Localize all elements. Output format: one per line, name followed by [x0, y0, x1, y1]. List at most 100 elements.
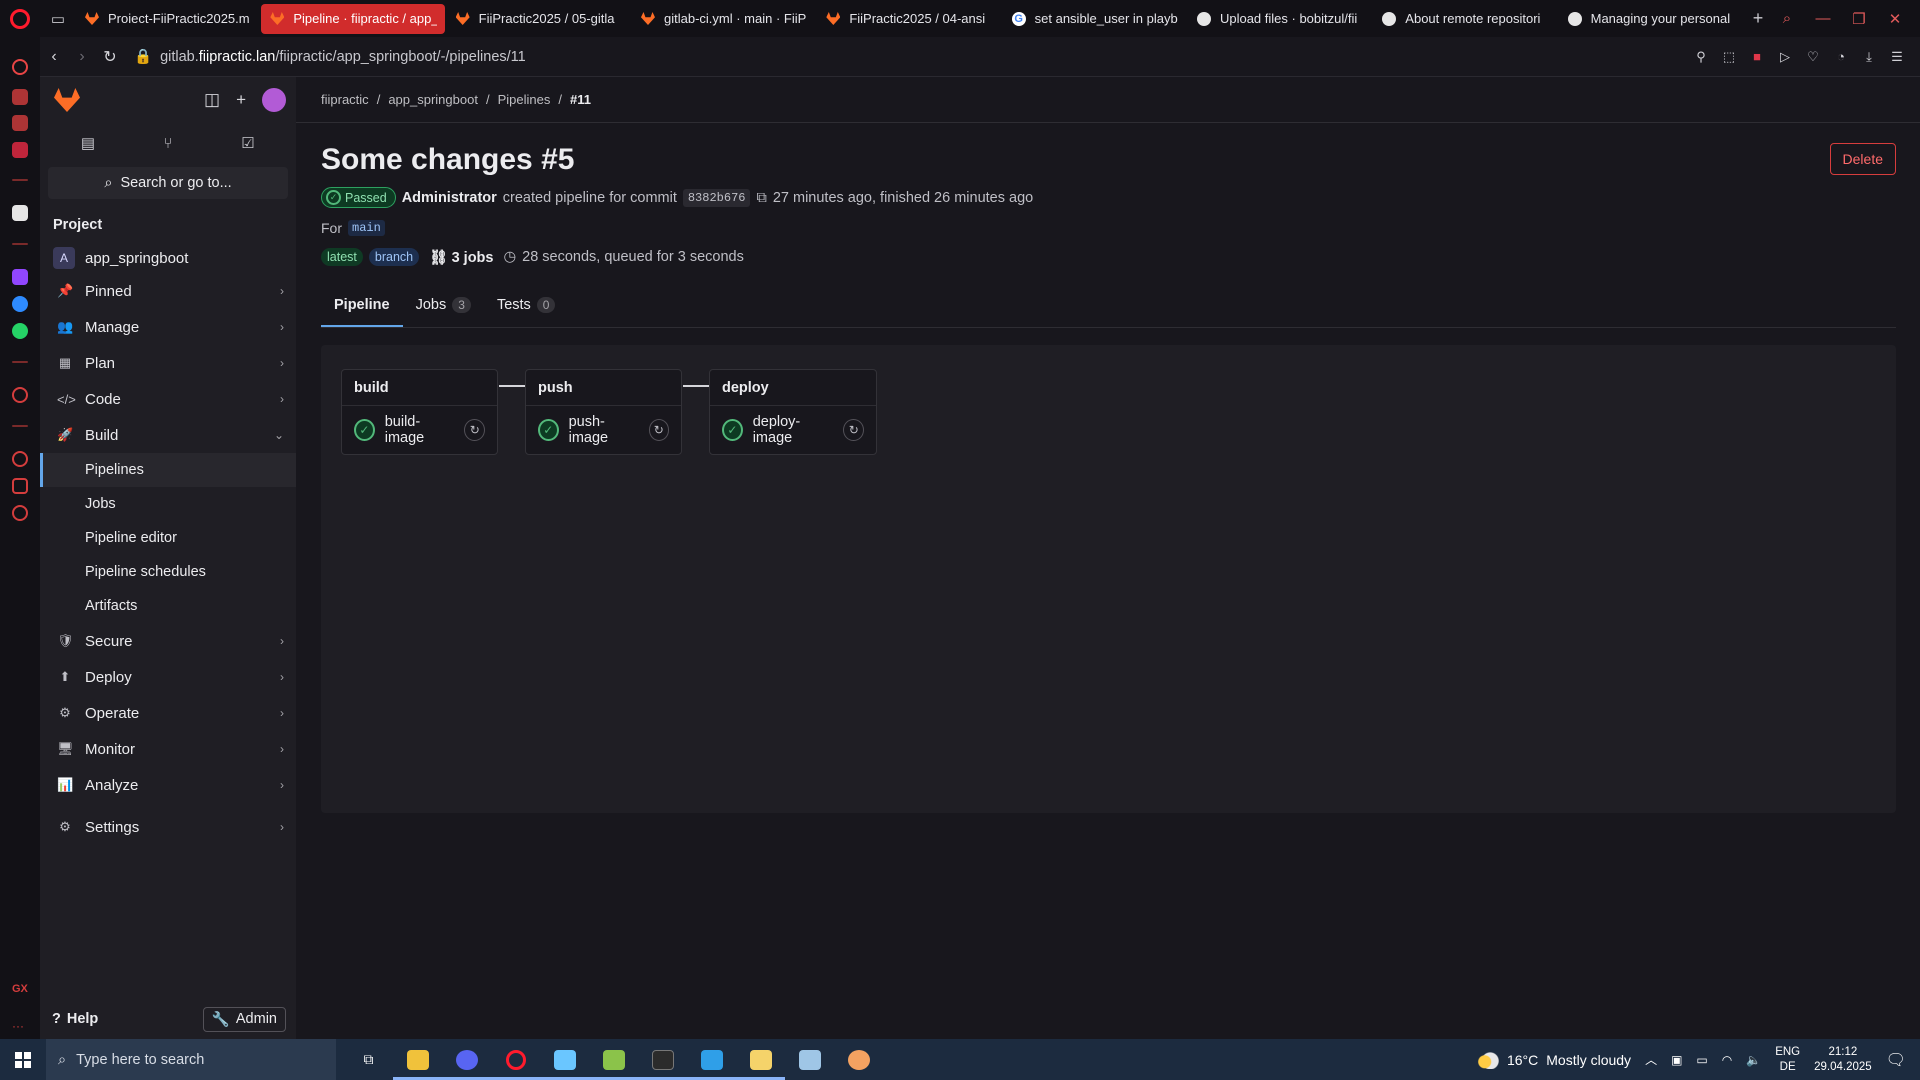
sidebar-item-settings[interactable]: ⚙ Settings ›	[40, 809, 296, 845]
tab-jobs[interactable]: Jobs 3	[403, 282, 484, 327]
user-avatar[interactable]	[262, 88, 286, 112]
language-indicator[interactable]: ENG DE	[1775, 1045, 1800, 1075]
weather-widget[interactable]: 16°C Mostly cloudy	[1476, 1050, 1631, 1069]
mail-icon[interactable]	[12, 142, 28, 158]
minimize-button[interactable]: —	[1808, 10, 1838, 27]
browser-tab[interactable]: FiiPractic2025 / 05-gitla	[447, 4, 630, 34]
twitch-icon[interactable]	[12, 269, 28, 285]
browser-tab[interactable]: Gset ansible_user in playb	[1003, 4, 1186, 34]
file-explorer-button[interactable]	[393, 1039, 442, 1080]
sidebar-subitem-jobs[interactable]: Jobs	[40, 487, 296, 521]
battery-icon[interactable]: ▭	[1696, 1053, 1707, 1067]
sidebar-item-analyze[interactable]: 📊 Analyze ›	[40, 767, 296, 803]
project-link[interactable]: A app_springboot	[53, 247, 296, 269]
branch-ref-link[interactable]: main	[348, 220, 385, 236]
tab-pipeline[interactable]: Pipeline	[321, 282, 403, 327]
reload-button[interactable]: ↻	[96, 43, 124, 71]
more-icon[interactable]: ···	[12, 1019, 28, 1035]
easy-setup-icon[interactable]: ☰	[1888, 48, 1906, 66]
extensions-icon[interactable]	[12, 478, 28, 494]
clock[interactable]: 21:12 29.04.2025	[1814, 1045, 1872, 1075]
downloads-icon[interactable]: ⤓	[1860, 48, 1878, 66]
player-icon[interactable]	[12, 387, 28, 403]
volume-icon[interactable]: 🔈	[1746, 1053, 1761, 1067]
breadcrumb-item[interactable]: #11	[570, 92, 591, 107]
wifi-icon[interactable]: ◠	[1722, 1053, 1732, 1067]
issues-icon[interactable]: ▤	[48, 134, 128, 152]
messenger-icon[interactable]	[12, 296, 28, 312]
pocket-icon[interactable]: ■	[1748, 48, 1766, 66]
meet-icon[interactable]: ▣	[1671, 1053, 1682, 1067]
close-window-button[interactable]: ✕	[1880, 10, 1910, 28]
search-tabs-icon[interactable]: ⌕	[1772, 10, 1802, 27]
retry-icon[interactable]: ↻	[843, 419, 864, 441]
forward-button[interactable]: ›	[68, 43, 96, 71]
tab-tests[interactable]: Tests 0	[484, 282, 569, 327]
sidebar-subitem-artifacts[interactable]: Artifacts	[40, 589, 296, 623]
search-button[interactable]: ⌕ Search or go to...	[48, 167, 288, 199]
breadcrumb-item[interactable]: Pipelines	[498, 92, 551, 107]
browser-tab[interactable]: gitlab-ci.yml · main · FiiP	[632, 4, 815, 34]
restore-button[interactable]: ❐	[1844, 10, 1874, 28]
gx-icon[interactable]: GX	[12, 983, 28, 999]
new-tab-button[interactable]: +	[1744, 5, 1772, 33]
job-item[interactable]: ✓ deploy-image ↻	[710, 406, 876, 454]
ai-icon[interactable]	[12, 89, 28, 105]
admin-button[interactable]: 🔧 Admin	[202, 1006, 286, 1032]
task-view-button[interactable]: ⧉	[344, 1039, 393, 1080]
job-item[interactable]: ✓ push-image ↻	[526, 406, 681, 454]
send-icon[interactable]: ▷	[1776, 48, 1794, 66]
browser-tab[interactable]: Proiect-FiiPractic2025.m	[76, 4, 259, 34]
tray-overflow-icon[interactable]: ︿	[1645, 1051, 1657, 1068]
merge-requests-icon[interactable]: ⑂	[128, 135, 208, 152]
sidebar-subitem-pipeline-editor[interactable]: Pipeline editor	[40, 521, 296, 555]
browser-tab[interactable]: About remote repositori	[1373, 4, 1556, 34]
discord-button[interactable]	[442, 1039, 491, 1080]
sidebar-item-build[interactable]: 🚀 Build ⌄	[40, 417, 296, 453]
sidebar-subitem-pipelines[interactable]: Pipelines	[40, 453, 296, 487]
create-new-icon[interactable]: +	[236, 90, 246, 110]
copy-icon[interactable]: ⧉	[756, 190, 766, 206]
sidebar-item-monitor[interactable]: 🖥 Monitor ›	[40, 731, 296, 767]
account-icon[interactable]: ◔	[1832, 48, 1850, 66]
status-badge[interactable]: ✓ Passed	[321, 187, 396, 208]
heart-icon[interactable]: ♡	[1804, 48, 1822, 66]
job-item[interactable]: ✓ build-image ↻	[342, 406, 497, 454]
sidebar-item-operate[interactable]: ⚙ Operate ›	[40, 695, 296, 731]
vscode-button[interactable]	[687, 1039, 736, 1080]
whatsapp-icon[interactable]	[12, 323, 28, 339]
sidebar-item-manage[interactable]: 👥 Manage ›	[40, 309, 296, 345]
url-field[interactable]: 🔒 gitlab.fiipractic.lan/fiipractic/app_s…	[134, 48, 526, 66]
visual-studio-button[interactable]	[540, 1039, 589, 1080]
sidebar-item-code[interactable]: </> Code ›	[40, 381, 296, 417]
author-link[interactable]: Administrator	[402, 190, 497, 206]
terminal-button[interactable]	[638, 1039, 687, 1080]
notes-button[interactable]	[785, 1039, 834, 1080]
snipping-tool-button[interactable]	[589, 1039, 638, 1080]
paint-button[interactable]	[834, 1039, 883, 1080]
browser-tab[interactable]: FiiPractic2025 / 04-ansi	[817, 4, 1000, 34]
bookmarks-icon[interactable]	[12, 115, 28, 131]
retry-icon[interactable]: ↻	[464, 419, 486, 441]
help-button[interactable]: ? Help	[52, 1011, 98, 1027]
sidebar-subitem-pipeline-schedules[interactable]: Pipeline schedules	[40, 555, 296, 589]
browser-tab[interactable]: Pipeline · fiipractic / app_	[261, 3, 445, 34]
notifications-icon[interactable]: 🗨	[1886, 1050, 1906, 1070]
pin-page-icon[interactable]: ⚲	[1692, 48, 1710, 66]
speed-dial-icon[interactable]	[12, 59, 28, 75]
sidebar-item-deploy[interactable]: ⬆ Deploy ›	[40, 659, 296, 695]
settings-icon[interactable]	[12, 505, 28, 521]
browser-tab[interactable]: Managing your personal	[1559, 4, 1742, 34]
retry-icon[interactable]: ↻	[648, 419, 669, 441]
tab-islands-icon[interactable]: ▭	[40, 0, 76, 37]
breadcrumb-item[interactable]: app_springboot	[388, 92, 478, 107]
start-button[interactable]	[0, 1039, 46, 1080]
breadcrumb-item[interactable]: fiipractic	[321, 92, 369, 107]
gitlab-logo-icon[interactable]	[54, 88, 80, 112]
collapse-sidebar-icon[interactable]: ◫	[204, 90, 220, 110]
todos-icon[interactable]: ☑	[208, 134, 288, 152]
aria-icon[interactable]	[12, 205, 28, 221]
commit-sha[interactable]: 8382b676	[682, 188, 751, 207]
history-icon[interactable]	[12, 451, 28, 467]
sidebar-item-pinned[interactable]: 📌 Pinned ›	[40, 273, 296, 309]
